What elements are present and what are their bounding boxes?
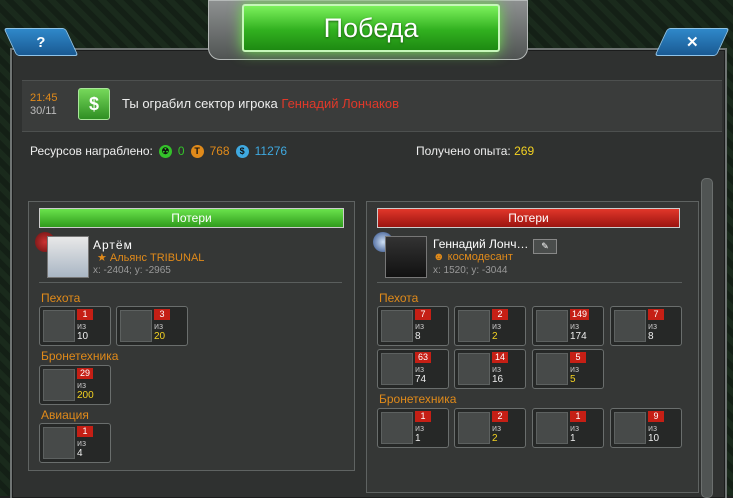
unit-card[interactable]: 1 из 4 bbox=[39, 423, 111, 463]
unit-card[interactable]: 63 из 74 bbox=[377, 349, 449, 389]
unit-icon bbox=[614, 310, 646, 342]
notification-time: 21:45 bbox=[30, 92, 58, 104]
experience-label: Получено опыта: bbox=[416, 144, 511, 158]
close-icon: ✕ bbox=[685, 34, 699, 51]
unit-card[interactable]: 1 из 1 bbox=[532, 408, 604, 448]
category-aviation: Авиация bbox=[41, 408, 89, 422]
unit-card[interactable]: 9 из 10 bbox=[610, 408, 682, 448]
unit-icon bbox=[43, 310, 75, 342]
unit-icon bbox=[458, 353, 490, 385]
resources-row: Ресурсов награблено: ☢ 0 T 768 $ 11276 bbox=[30, 144, 287, 158]
alliance-name: ☻ космодесант bbox=[433, 251, 513, 263]
divider bbox=[377, 282, 682, 283]
notification-message: Ты ограбил сектор игрока Геннадий Лончак… bbox=[122, 96, 400, 111]
player-coords: x: -2404; y: -2965 bbox=[93, 265, 171, 276]
unit-card[interactable]: 1 из 10 bbox=[39, 306, 111, 346]
radiation-icon: ☢ bbox=[158, 144, 172, 158]
losses-banner: Потери bbox=[39, 208, 344, 228]
resources-label: Ресурсов награблено: bbox=[30, 144, 153, 158]
dollar-icon: $ bbox=[235, 144, 249, 158]
close-button[interactable]: ✕ bbox=[654, 28, 730, 56]
unit-card[interactable]: 29 из 200 bbox=[39, 365, 111, 405]
category-armor: Бронетехника bbox=[41, 349, 119, 363]
titanium-icon: T bbox=[190, 144, 204, 158]
unit-icon bbox=[381, 412, 413, 444]
target-player-link[interactable]: Геннадий Лончаков bbox=[281, 96, 399, 111]
player-name: Геннадий Лонч… bbox=[433, 237, 529, 251]
unit-card[interactable]: 149 из 174 bbox=[532, 306, 604, 346]
unit-card[interactable]: 2 из 2 bbox=[454, 408, 526, 448]
avatar[interactable] bbox=[385, 236, 427, 278]
unit-icon bbox=[120, 310, 152, 342]
unit-card[interactable]: 5 из 5 bbox=[532, 349, 604, 389]
experience-value: 269 bbox=[514, 144, 535, 158]
resource-value: 11276 bbox=[254, 144, 288, 158]
help-button[interactable]: ? bbox=[3, 28, 79, 56]
unit-icon bbox=[43, 369, 75, 401]
avatar[interactable] bbox=[47, 236, 89, 278]
category-armor: Бронетехника bbox=[379, 392, 457, 406]
unit-icon bbox=[536, 412, 568, 444]
category-infantry: Пехота bbox=[41, 291, 81, 305]
notification-date: 30/11 bbox=[30, 105, 57, 117]
unit-card[interactable]: 2 из 2 bbox=[454, 306, 526, 346]
unit-icon bbox=[381, 310, 413, 342]
pencil-icon[interactable]: ✎ bbox=[533, 239, 557, 254]
resource-value: 768 bbox=[209, 144, 230, 158]
player-name: Артём bbox=[93, 238, 133, 252]
unit-icon bbox=[458, 310, 490, 342]
unit-card[interactable]: 7 из 8 bbox=[377, 306, 449, 346]
unit-card[interactable]: 14 из 16 bbox=[454, 349, 526, 389]
experience-row: Получено опыта: 269 bbox=[416, 144, 534, 158]
category-infantry: Пехота bbox=[379, 291, 419, 305]
defender-panel: Потери Геннадий Лонч… ✎ ☻ космодесант x:… bbox=[366, 201, 699, 493]
player-coords: x: 1520; y: -3044 bbox=[433, 265, 508, 276]
money-dollar-icon: $ bbox=[78, 88, 110, 120]
unit-card[interactable]: 7 из 8 bbox=[610, 306, 682, 346]
alliance-name: ★ Альянс TRIBUNAL bbox=[97, 252, 205, 264]
unit-icon bbox=[458, 412, 490, 444]
unit-card[interactable]: 3 из 20 bbox=[116, 306, 188, 346]
divider bbox=[39, 282, 342, 283]
unit-icon bbox=[614, 412, 646, 444]
unit-icon bbox=[43, 427, 75, 459]
unit-icon bbox=[536, 310, 568, 342]
attacker-panel: Потери Артём ★ Альянс TRIBUNAL x: -2404;… bbox=[28, 201, 355, 471]
losses-banner: Потери bbox=[377, 208, 680, 228]
resource-value: 0 bbox=[177, 144, 185, 158]
dialog-title: Победа bbox=[242, 4, 500, 52]
unit-icon bbox=[536, 353, 568, 385]
unit-card[interactable]: 1 из 1 bbox=[377, 408, 449, 448]
scrollbar[interactable] bbox=[701, 178, 713, 498]
unit-icon bbox=[381, 353, 413, 385]
